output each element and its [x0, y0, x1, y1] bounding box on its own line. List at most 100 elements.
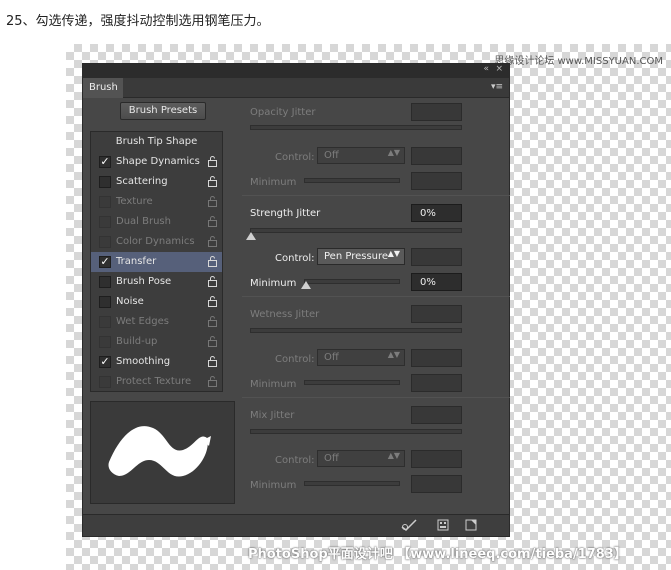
checkbox[interactable]	[99, 236, 111, 248]
wetness-minimum-label: Minimum	[250, 379, 297, 390]
opacity-minimum-slider	[304, 178, 400, 183]
brush-setting-protect-texture[interactable]: Protect Texture	[91, 372, 222, 392]
checkbox[interactable]	[99, 176, 111, 188]
brush-setting-smoothing[interactable]: ✓ Smoothing	[91, 352, 222, 372]
lock-icon[interactable]	[208, 276, 217, 291]
brush-panel: « × Brush ▾≡ Brush Presets Brush Tip Sha…	[82, 63, 510, 537]
brush-tip-shape-item[interactable]: Brush Tip Shape	[91, 132, 222, 152]
wetness-control-label: Control:	[275, 354, 315, 365]
wetness-control-value: Off	[324, 352, 339, 363]
strength-minimum-thumb[interactable]	[301, 281, 311, 289]
wetness-minimum-slider	[304, 380, 400, 385]
select-arrows-icon: ▲▼	[387, 249, 400, 258]
setting-label: Scattering	[116, 176, 168, 187]
panel-tab-row: Brush ▾≡	[83, 78, 509, 98]
mix-jitter-slider	[250, 429, 462, 434]
section-divider	[242, 195, 510, 196]
strength-jitter-thumb[interactable]	[246, 232, 256, 240]
brush-setting-scattering[interactable]: Scattering	[91, 172, 222, 192]
wetness-minimum-value	[411, 374, 462, 392]
brush-setting-noise[interactable]: Noise	[91, 292, 222, 312]
mix-minimum-label: Minimum	[250, 480, 297, 491]
strength-jitter-slider[interactable]	[250, 228, 462, 233]
checkbox[interactable]	[99, 296, 111, 308]
checkbox[interactable]	[99, 336, 111, 348]
setting-label: Noise	[116, 296, 144, 307]
setting-label: Dual Brush	[116, 216, 171, 227]
lock-icon[interactable]	[208, 336, 217, 351]
checkbox[interactable]	[99, 376, 111, 388]
new-preset-icon[interactable]	[465, 519, 477, 534]
mix-control-value: Off	[324, 453, 339, 464]
mix-minimum-value	[411, 475, 462, 493]
strength-jitter-value[interactable]: 0%	[411, 204, 462, 222]
step-caption: 25、勾选传递，强度抖动控制选用钢笔压力。	[6, 14, 270, 29]
setting-label: Build-up	[116, 336, 158, 347]
section-divider	[242, 397, 510, 398]
brush-setting-transfer[interactable]: ✓ Transfer	[91, 252, 222, 272]
mix-control-select: Off ▲▼	[317, 450, 405, 467]
lock-icon[interactable]	[208, 236, 217, 251]
checkbox[interactable]: ✓	[99, 356, 111, 368]
lock-icon[interactable]	[208, 256, 217, 271]
lock-icon[interactable]	[208, 376, 217, 391]
strength-control-select[interactable]: Pen Pressure ▲▼	[317, 248, 405, 265]
setting-label: Wet Edges	[116, 316, 169, 327]
checkbox[interactable]	[99, 216, 111, 228]
opacity-minimum-value	[411, 172, 462, 190]
panel-menu-icon[interactable]: ▾≡	[491, 82, 503, 92]
collapse-icon[interactable]: «	[483, 64, 489, 74]
brush-setting-dual-brush[interactable]: Dual Brush	[91, 212, 222, 232]
checkbox[interactable]: ✓	[99, 256, 111, 268]
brush-presets-button[interactable]: Brush Presets	[120, 102, 206, 120]
opacity-control-blank	[411, 147, 462, 165]
wetness-jitter-slider	[250, 328, 462, 333]
watermark-bottom: PhotoShop平面设计吧 【www.lineeq.com/tieba/178…	[248, 547, 627, 562]
setting-label: Texture	[116, 196, 153, 207]
setting-label: Transfer	[116, 256, 157, 267]
brush-toggle-icon[interactable]	[401, 519, 417, 534]
brush-stroke-preview-graphic	[108, 426, 211, 477]
opacity-jitter-slider	[250, 125, 462, 130]
lock-icon[interactable]	[208, 356, 217, 371]
brush-setting-shape-dynamics[interactable]: ✓ Shape Dynamics	[91, 152, 222, 172]
close-icon[interactable]: ×	[495, 64, 503, 74]
setting-label: Brush Pose	[116, 276, 172, 287]
lock-icon[interactable]	[208, 216, 217, 231]
brush-setting-color-dynamics[interactable]: Color Dynamics	[91, 232, 222, 252]
strength-minimum-label: Minimum	[250, 278, 297, 289]
brush-stroke-preview	[90, 401, 235, 504]
lock-icon[interactable]	[208, 316, 217, 331]
strength-control-label: Control:	[275, 253, 315, 264]
wetness-jitter-label: Wetness Jitter	[250, 309, 320, 320]
strength-control-blank	[411, 248, 462, 266]
strength-minimum-slider[interactable]	[304, 279, 400, 284]
select-arrows-icon: ▲▼	[387, 451, 400, 460]
select-arrows-icon: ▲▼	[387, 148, 400, 157]
lock-icon[interactable]	[208, 156, 217, 171]
checkbox[interactable]	[99, 276, 111, 288]
tab-brush[interactable]: Brush	[83, 78, 123, 98]
opacity-jitter-value	[411, 103, 462, 121]
lock-icon[interactable]	[208, 196, 217, 211]
strength-jitter-label: Strength Jitter	[250, 208, 321, 219]
opacity-minimum-label: Minimum	[250, 177, 297, 188]
brush-setting-brush-pose[interactable]: Brush Pose	[91, 272, 222, 292]
brush-setting-wet-edges[interactable]: Wet Edges	[91, 312, 222, 332]
lock-icon[interactable]	[208, 296, 217, 311]
checkbox[interactable]	[99, 196, 111, 208]
panel-top-bar: « ×	[83, 64, 509, 78]
checkbox[interactable]	[99, 316, 111, 328]
lock-icon[interactable]	[208, 176, 217, 191]
brush-setting-texture[interactable]: Texture	[91, 192, 222, 212]
setting-label: Smoothing	[116, 356, 171, 367]
strength-control-value: Pen Pressure	[324, 251, 389, 262]
brush-setting-build-up[interactable]: Build-up	[91, 332, 222, 352]
wetness-control-select: Off ▲▼	[317, 349, 405, 366]
grid-icon[interactable]	[437, 519, 449, 534]
mix-jitter-label: Mix Jitter	[250, 410, 295, 421]
wetness-control-blank	[411, 349, 462, 367]
watermark-top: 思缘设计论坛 www.MISSYUAN.COM	[494, 56, 663, 67]
checkbox[interactable]: ✓	[99, 156, 111, 168]
strength-minimum-value[interactable]: 0%	[411, 273, 462, 291]
